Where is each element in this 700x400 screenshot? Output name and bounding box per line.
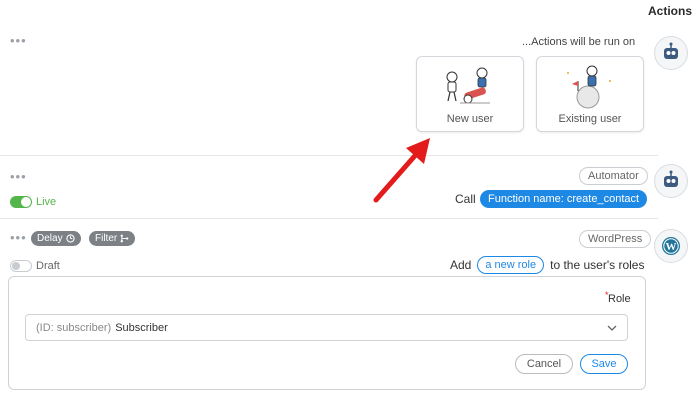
branch-icon [120,234,129,243]
new-user-illustration-icon [446,67,490,104]
new-role-link[interactable]: a new role [477,256,545,274]
role-form-panel: * Role (ID: subscriber) Subscriber Cance… [8,276,646,390]
toggle-switch[interactable] [10,260,32,272]
function-name-value: create_contact [566,193,640,205]
integration-badge-automator: Automator [579,167,648,185]
more-options-icon[interactable]: ••• [10,231,27,244]
more-options-icon[interactable]: ••• [10,170,27,183]
existing-user-label: Existing user [558,113,622,125]
action-sentence: Add a new role to the user's roles [450,256,644,274]
select-prefix: (ID: subscriber) [36,321,112,334]
select-value: Subscriber [115,321,168,334]
delay-label: Delay [37,233,63,244]
actions-header: Actions [647,4,692,18]
save-button[interactable]: Save [580,354,628,374]
status-toggle-live[interactable]: Live [10,196,56,208]
function-name-token[interactable]: Function name: create_contact [480,190,648,208]
integration-badge-wordpress: WordPress [579,230,652,248]
status-live-label: Live [36,196,57,208]
cancel-button[interactable]: Cancel [515,354,573,374]
existing-user-illustration-icon [567,65,611,109]
sentence-start: Add [450,258,472,272]
status-toggle-draft[interactable]: Draft [10,260,60,272]
automator-bot-icon [654,164,688,198]
wordpress-icon: W [654,229,688,263]
toggle-switch[interactable] [10,196,32,208]
status-draft-label: Draft [36,260,60,272]
automator-bot-icon [654,36,688,70]
new-user-option[interactable]: New user [416,56,524,132]
sentence-end: to the user's roles [550,258,645,272]
run-on-label: ...Actions will be run on [522,36,636,48]
automator-action-section: ••• Automator Live Call Function name: c… [0,156,688,219]
clock-icon [65,234,75,243]
filter-button[interactable]: Filter [89,231,136,246]
more-options-icon[interactable]: ••• [10,34,27,47]
chevron-down-icon [607,325,617,331]
role-field-label: Role [608,293,631,305]
role-select[interactable]: (ID: subscriber) Subscriber [25,314,628,341]
existing-user-option[interactable]: Existing user [536,56,644,132]
trigger-section: ••• ...Actions will be run on New user E… [0,18,688,156]
new-user-label: New user [446,113,494,125]
call-label: Call [455,192,476,206]
function-name-key: Function name: [488,193,564,205]
filter-label: Filter [95,233,118,244]
delay-button[interactable]: Delay [31,231,81,246]
svg-text:W: W [666,241,677,253]
